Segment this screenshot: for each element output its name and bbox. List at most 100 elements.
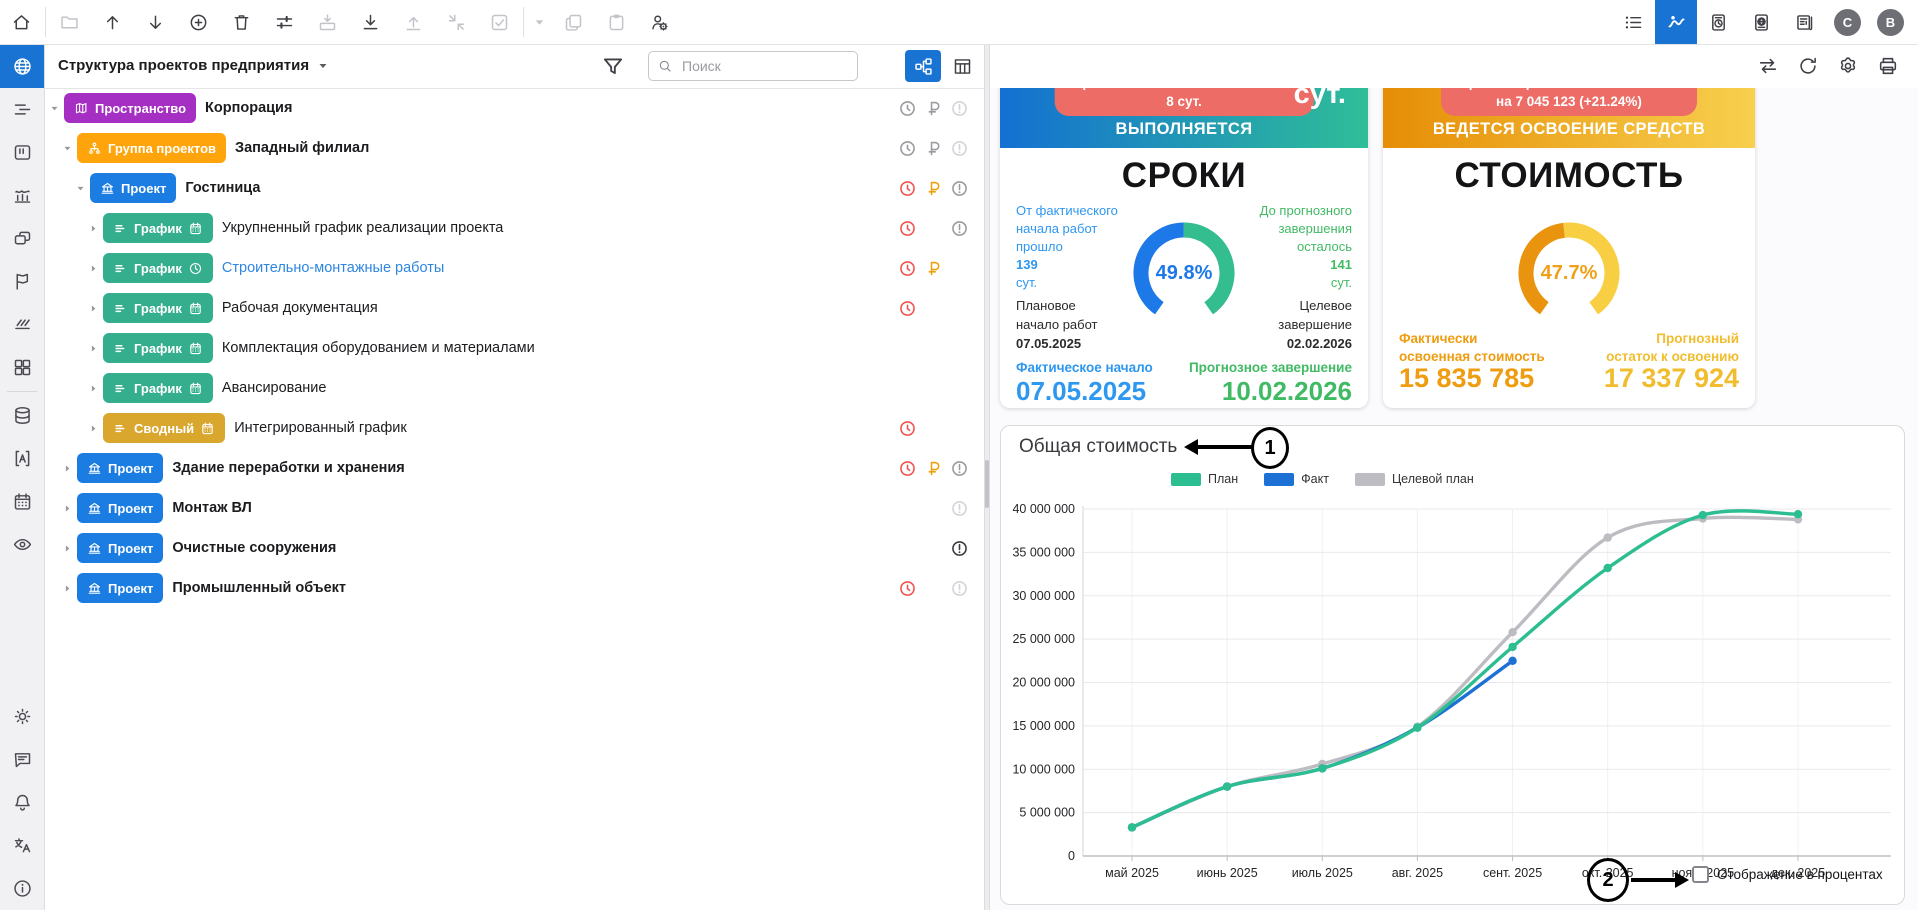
expander-caret-icon[interactable] bbox=[61, 542, 74, 555]
expander-caret-icon[interactable] bbox=[61, 462, 74, 475]
copy-button[interactable] bbox=[552, 0, 595, 44]
rail-item-bracket-a[interactable] bbox=[0, 437, 44, 480]
avatar-c-button[interactable]: C bbox=[1826, 0, 1869, 44]
row-status-icons bbox=[894, 248, 972, 288]
rail-item-info[interactable] bbox=[0, 867, 44, 910]
tree-row-0[interactable]: Пространство Корпорация bbox=[44, 88, 984, 128]
actual-cost-block: Фактически освоенная стоимость 15 835 78… bbox=[1399, 330, 1545, 387]
rail-item-flag[interactable] bbox=[0, 260, 44, 303]
arrow-down-button[interactable] bbox=[134, 0, 177, 44]
expander-caret-icon[interactable] bbox=[61, 582, 74, 595]
home-button[interactable] bbox=[0, 0, 43, 44]
rail-item-chart-wave[interactable] bbox=[0, 174, 44, 217]
doc-globe-icon bbox=[1751, 12, 1772, 33]
bell-icon bbox=[12, 792, 33, 813]
plus-circle-button[interactable] bbox=[177, 0, 220, 44]
rail-item-eye[interactable] bbox=[0, 523, 44, 566]
printer-icon bbox=[1877, 55, 1899, 77]
annotation-1-arrow bbox=[1196, 445, 1252, 449]
data-point bbox=[1508, 657, 1516, 665]
printer-button[interactable] bbox=[1868, 44, 1908, 88]
tree-panel-header: Структура проектов предприятия bbox=[44, 44, 984, 89]
download-button[interactable] bbox=[349, 0, 392, 44]
rail-item-gantt-lines[interactable] bbox=[0, 88, 44, 131]
rail-item-copies[interactable] bbox=[0, 217, 44, 260]
swap-button[interactable] bbox=[1748, 44, 1788, 88]
avatar-b-button[interactable]: B bbox=[1869, 0, 1912, 44]
rail-item-comment[interactable] bbox=[0, 738, 44, 781]
tree-row-6[interactable]: График Комплектация оборудованием и мате… bbox=[44, 328, 984, 368]
tree-row-2[interactable]: Проект Гостиница bbox=[44, 168, 984, 208]
list-icon bbox=[1623, 12, 1644, 33]
type-badge: Проект bbox=[77, 533, 163, 563]
paste-button[interactable] bbox=[595, 0, 638, 44]
tree-item-label: Укрупненный график реализации проекта bbox=[222, 220, 503, 236]
rail-item-grid[interactable] bbox=[0, 346, 44, 389]
checkbox-button[interactable] bbox=[478, 0, 521, 44]
splitter-handle[interactable] bbox=[985, 460, 989, 508]
expander-caret-icon[interactable] bbox=[87, 382, 100, 395]
x-tick-label: сент. 2025 bbox=[1483, 866, 1542, 880]
search-box[interactable] bbox=[648, 51, 858, 81]
rail-item-board[interactable] bbox=[0, 131, 44, 174]
deadlines-gauge-percent: 49.8% bbox=[1129, 218, 1239, 328]
tree-view-toggle[interactable] bbox=[905, 50, 941, 82]
tree-row-9[interactable]: Проект Здание переработки и хранения bbox=[44, 448, 984, 488]
avatar-b-icon: B bbox=[1877, 9, 1904, 36]
tree-row-11[interactable]: Проект Очистные сооружения bbox=[44, 528, 984, 568]
expander-caret-icon[interactable] bbox=[87, 422, 100, 435]
doc-globe-button[interactable] bbox=[1740, 0, 1783, 44]
tree-item-label: Авансирование bbox=[222, 380, 327, 396]
arrow-up-button[interactable] bbox=[91, 0, 134, 44]
tree-item-label: Очистные сооружения bbox=[172, 540, 336, 556]
row-status-icons bbox=[894, 568, 972, 608]
sliders-button[interactable] bbox=[263, 0, 306, 44]
rail-item-globe[interactable] bbox=[0, 44, 44, 88]
table-view-toggle[interactable] bbox=[944, 50, 980, 82]
analytics-button[interactable] bbox=[1655, 0, 1697, 44]
tree-row-1[interactable]: Группа проектов Западный филиал bbox=[44, 128, 984, 168]
expander-caret-icon[interactable] bbox=[87, 262, 100, 275]
rail-item-translate[interactable] bbox=[0, 824, 44, 867]
tree-row-12[interactable]: Проект Промышленный объект bbox=[44, 568, 984, 608]
tree-row-3[interactable]: График Укрупненный график реализации про… bbox=[44, 208, 984, 248]
doc-clock-icon bbox=[1708, 12, 1729, 33]
rail-item-calendar[interactable] bbox=[0, 480, 44, 523]
refresh-button[interactable] bbox=[1788, 44, 1828, 88]
hatch-icon bbox=[12, 314, 33, 335]
doc-clock-button[interactable] bbox=[1697, 0, 1740, 44]
rail-item-db[interactable] bbox=[0, 394, 44, 437]
user-gear-button[interactable] bbox=[638, 0, 681, 44]
type-badge: График bbox=[103, 253, 213, 283]
expander-caret-icon[interactable] bbox=[74, 182, 87, 195]
rail-item-hatch[interactable] bbox=[0, 303, 44, 346]
tree-row-10[interactable]: Проект Монтаж ВЛ bbox=[44, 488, 984, 528]
tree-row-7[interactable]: График Авансирование bbox=[44, 368, 984, 408]
comment-icon bbox=[12, 749, 33, 770]
rail-item-bell[interactable] bbox=[0, 781, 44, 824]
trash-button[interactable] bbox=[220, 0, 263, 44]
expander-caret-icon[interactable] bbox=[48, 102, 61, 115]
tree-row-4[interactable]: График Строительно-монтажные работы bbox=[44, 248, 984, 288]
expander-caret-icon[interactable] bbox=[61, 502, 74, 515]
search-input[interactable] bbox=[680, 57, 849, 75]
expander-caret-icon[interactable] bbox=[87, 222, 100, 235]
doc-news-button[interactable] bbox=[1783, 0, 1826, 44]
rail-item-sun[interactable] bbox=[0, 695, 44, 738]
row-status-icons bbox=[894, 408, 972, 448]
filter-button[interactable] bbox=[600, 54, 626, 80]
expander-caret-icon[interactable] bbox=[87, 302, 100, 315]
tree-title-dropdown[interactable]: Структура проектов предприятия bbox=[58, 57, 329, 74]
upload-button[interactable] bbox=[392, 0, 435, 44]
tree-row-5[interactable]: График Рабочая документация bbox=[44, 288, 984, 328]
collapse-button[interactable] bbox=[435, 0, 478, 44]
tree-row-8[interactable]: Сводный Интегрированный график bbox=[44, 408, 984, 448]
expander-caret-icon[interactable] bbox=[87, 342, 100, 355]
gear-button[interactable] bbox=[1828, 44, 1868, 88]
folder-open-button[interactable] bbox=[48, 0, 91, 44]
list-button[interactable] bbox=[1612, 0, 1655, 44]
archive-in-button[interactable] bbox=[306, 0, 349, 44]
caret-down-button[interactable] bbox=[526, 0, 552, 44]
expander-caret-icon[interactable] bbox=[61, 142, 74, 155]
percent-display-checkbox[interactable] bbox=[1692, 866, 1709, 883]
